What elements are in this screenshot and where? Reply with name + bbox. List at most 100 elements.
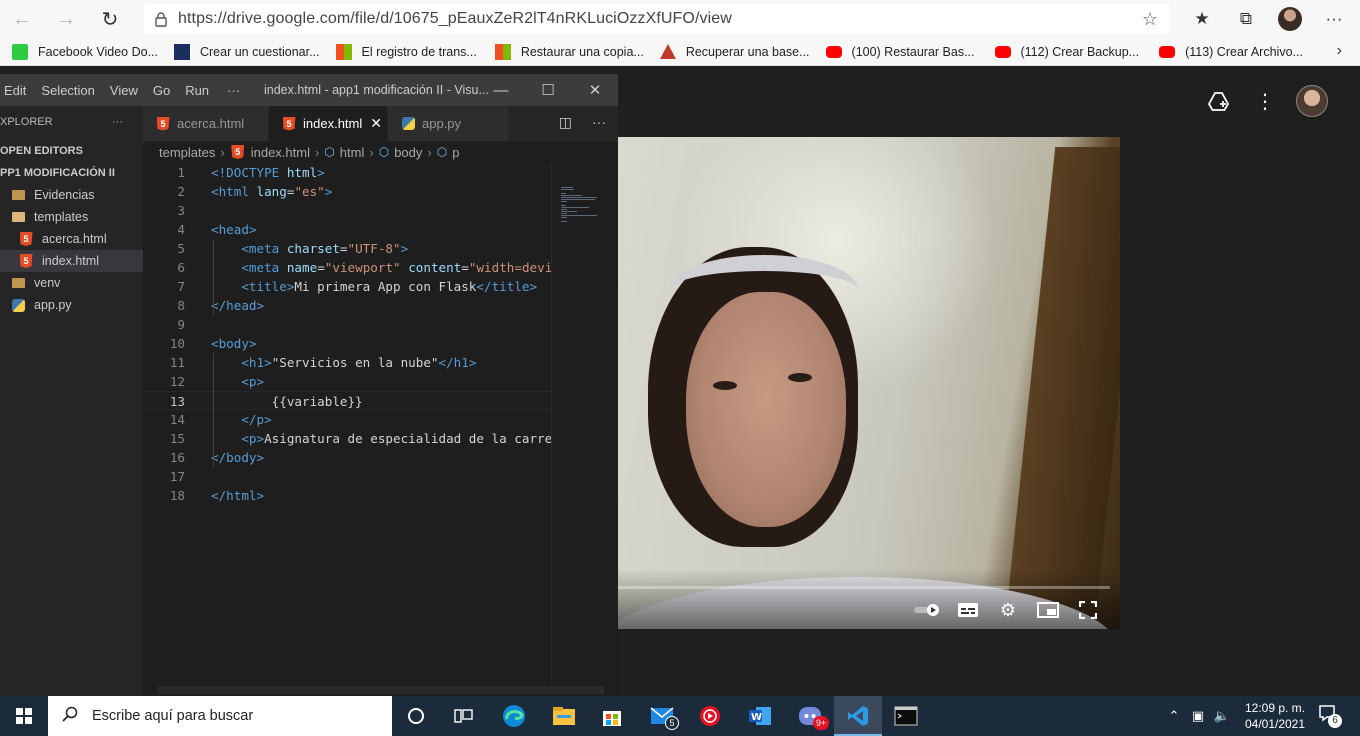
add-to-drive-icon[interactable]: [1196, 82, 1242, 120]
code-line[interactable]: 14 </p>: [143, 410, 551, 429]
code-line[interactable]: 16 </body>: [143, 448, 551, 467]
network-icon[interactable]: ▣: [1186, 708, 1210, 724]
taskbar-search[interactable]: Escribe aquí para buscar: [48, 696, 392, 736]
menu-more[interactable]: ···: [227, 83, 240, 98]
terminal-icon[interactable]: [882, 696, 930, 736]
code-line[interactable]: 5 <meta charset="UTF-8">: [143, 239, 551, 258]
explorer-item-venv[interactable]: venv: [0, 272, 143, 294]
code-editor[interactable]: 1 <!DOCTYPE html> 2 <html lang="es"> 3 4 <head…: [143, 163, 551, 683]
explorer-item-templates[interactable]: templates: [0, 206, 143, 228]
tab-app-py[interactable]: app.py: [388, 106, 508, 141]
collections-icon[interactable]: ⧉: [1224, 0, 1268, 38]
more-options-icon[interactable]: ⋮: [1242, 82, 1288, 120]
code-line[interactable]: 12 <p>: [143, 372, 551, 391]
store-icon[interactable]: [588, 696, 636, 736]
task-view-button[interactable]: [440, 696, 488, 736]
code-line[interactable]: 1 <!DOCTYPE html>: [143, 163, 551, 182]
explorer-item-evidencias[interactable]: Evidencias: [0, 184, 143, 206]
menu-edit[interactable]: Edit: [4, 83, 26, 98]
start-button[interactable]: [0, 696, 48, 736]
subtitles-icon[interactable]: [948, 597, 988, 623]
bookmark-item[interactable]: Restaurar una copia...: [477, 38, 644, 66]
close-icon[interactable]: ✕: [370, 115, 382, 132]
bookmark-item[interactable]: Recuperar una base...: [644, 38, 810, 66]
bookmark-item[interactable]: Crear un cuestionar...: [158, 38, 320, 66]
word-icon[interactable]: W: [736, 696, 784, 736]
code-line[interactable]: 18 </html>: [143, 486, 551, 505]
minimize-button[interactable]: —: [478, 74, 524, 106]
chevron-right-icon[interactable]: ›: [1337, 42, 1342, 60]
breadcrumb-item[interactable]: p: [452, 145, 459, 160]
settings-menu-icon[interactable]: ···: [1312, 0, 1356, 38]
code-line[interactable]: 4 <head>: [143, 220, 551, 239]
volume-icon[interactable]: 🔈: [1210, 708, 1234, 724]
video-progress-bar[interactable]: [618, 586, 1110, 589]
code-line[interactable]: 15 <p>Asignatura de especialidad de la c…: [143, 429, 551, 448]
cortana-button[interactable]: [392, 696, 440, 736]
code-line[interactable]: 3: [143, 201, 551, 220]
tab-index-html[interactable]: 5 index.html ✕: [269, 106, 387, 141]
fullscreen-icon[interactable]: [1068, 597, 1108, 623]
forward-button[interactable]: →: [44, 0, 88, 38]
explorer-more-button[interactable]: ···: [112, 116, 123, 128]
file-explorer-icon[interactable]: [540, 696, 588, 736]
code-line[interactable]: 17: [143, 467, 551, 486]
settings-gear-icon[interactable]: ⚙: [988, 597, 1028, 623]
explorer-item-acerca-html[interactable]: 5 acerca.html: [0, 228, 143, 250]
menu-run[interactable]: Run: [185, 83, 209, 98]
horizontal-scrollbar[interactable]: [158, 686, 604, 694]
code-line[interactable]: 2 <html lang="es">: [143, 182, 551, 201]
menu-go[interactable]: Go: [153, 83, 170, 98]
reload-button[interactable]: ↻: [88, 0, 132, 38]
code-line[interactable]: 10 <body>: [143, 334, 551, 353]
breadcrumb-item[interactable]: body: [394, 145, 422, 160]
bookmark-item[interactable]: Facebook Video Do...: [0, 38, 158, 66]
favorite-star-icon[interactable]: ☆: [1142, 9, 1158, 30]
code-line[interactable]: 13 {{variable}}: [143, 391, 551, 410]
breadcrumb-item[interactable]: html: [340, 145, 365, 160]
miniplayer-icon[interactable]: [1028, 597, 1068, 623]
code-line[interactable]: 6 <meta name="viewport" content="width=d…: [143, 258, 551, 277]
code-text: </head>: [211, 298, 265, 313]
mail-icon[interactable]: 5: [638, 696, 686, 736]
bookmark-item[interactable]: (100) Restaurar Bas...: [810, 38, 975, 66]
code-line[interactable]: 11 <h1>"Servicios en la nube"</h1>: [143, 353, 551, 372]
vertical-scrollbar[interactable]: [604, 141, 618, 696]
code-line[interactable]: 8 </head>: [143, 296, 551, 315]
favorites-icon[interactable]: ★: [1180, 0, 1224, 38]
bookmark-label: Restaurar una copia...: [520, 44, 644, 59]
chevron-up-icon[interactable]: ⌃: [1162, 708, 1186, 724]
menu-view[interactable]: View: [110, 83, 138, 98]
media-player-icon[interactable]: [686, 696, 734, 736]
autoplay-toggle-icon[interactable]: [908, 597, 948, 623]
tab-acerca-html[interactable]: 5 acerca.html: [143, 106, 268, 141]
project-section[interactable]: PP1 MODIFICACIÓN II: [0, 162, 143, 184]
explorer-item-app-py[interactable]: app.py: [0, 294, 143, 316]
close-button[interactable]: ✕: [572, 74, 618, 106]
profile-button[interactable]: [1268, 0, 1312, 38]
line-number: 1: [177, 165, 185, 180]
action-center-button[interactable]: 6: [1318, 704, 1342, 728]
split-editor-icon[interactable]: ◫: [559, 114, 572, 131]
edge-browser-icon[interactable]: [490, 696, 538, 736]
code-line[interactable]: 7 <title>Mi primera App con Flask</title…: [143, 277, 551, 296]
explorer-item-index-html[interactable]: 5 index.html: [0, 250, 143, 272]
editor-more-icon[interactable]: ···: [592, 114, 606, 131]
breadcrumb-item[interactable]: templates: [159, 145, 215, 160]
drive-avatar[interactable]: [1296, 85, 1328, 117]
back-button[interactable]: ←: [0, 0, 44, 38]
menu-selection[interactable]: Selection: [41, 83, 94, 98]
code-line[interactable]: 9: [143, 315, 551, 334]
minimap[interactable]: [551, 163, 604, 683]
breadcrumb-item[interactable]: index.html: [251, 145, 310, 160]
video-player[interactable]: ⚙: [618, 137, 1120, 629]
maximize-button[interactable]: ☐: [525, 74, 571, 106]
clock[interactable]: 12:09 p. m. 04/01/2021: [1240, 700, 1310, 732]
open-editors-section[interactable]: OPEN EDITORS: [0, 140, 143, 162]
address-bar[interactable]: https://drive.google.com/file/d/10675_pE…: [144, 4, 1170, 34]
bookmark-item[interactable]: (112) Crear Backup...: [975, 38, 1139, 66]
discord-icon[interactable]: 9+: [786, 696, 834, 736]
bookmark-item[interactable]: (113) Crear Archivo...: [1139, 38, 1303, 66]
bookmark-item[interactable]: El registro de trans...: [320, 38, 477, 66]
vscode-taskbar-icon[interactable]: [834, 696, 882, 736]
